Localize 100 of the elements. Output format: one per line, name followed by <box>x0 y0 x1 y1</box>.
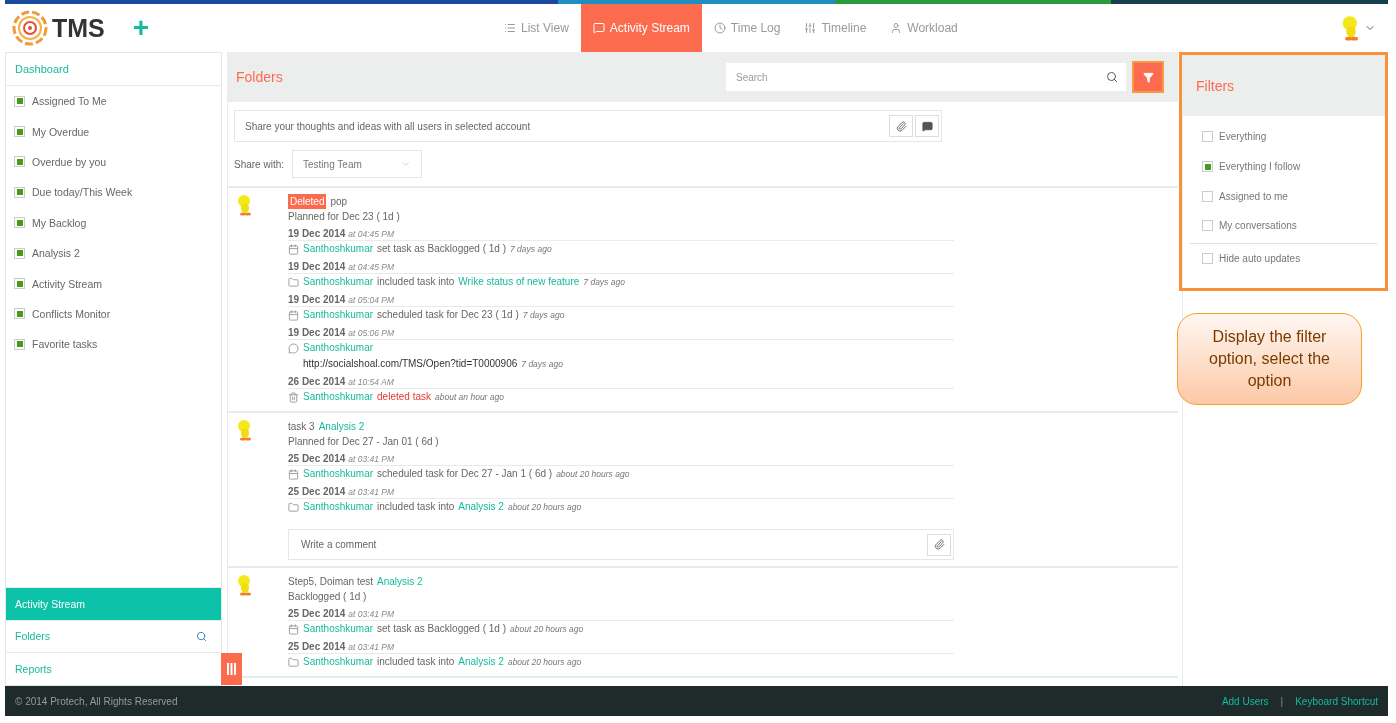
checkbox[interactable] <box>14 186 25 198</box>
nav-tab[interactable]: List View <box>492 4 581 52</box>
nav-tab[interactable]: Activity Stream <box>580 4 702 52</box>
event-date: 25 Dec 2014 <box>288 608 346 619</box>
link[interactable]: Analysis 2 <box>458 499 504 515</box>
nav-tab[interactable]: Workload <box>878 4 970 52</box>
paperclip-icon <box>933 539 945 550</box>
folder-icon <box>288 656 299 668</box>
sidebar-item[interactable]: Assigned To Me <box>32 95 107 108</box>
filter-option[interactable]: My conversations <box>1219 220 1297 232</box>
link[interactable]: Analysis 2 <box>377 574 423 589</box>
team-dropdown[interactable]: Testing Team <box>292 150 423 178</box>
event-time: at 04:45 PM <box>348 229 395 239</box>
filter-option[interactable]: Everything <box>1219 131 1267 143</box>
logo-text: TMS <box>52 13 105 43</box>
time-ago: 7 days ago <box>510 243 552 256</box>
footer-link[interactable]: Keyboard Shortcut <box>1295 695 1378 707</box>
post-button[interactable] <box>915 115 939 137</box>
sidebar-nav-item[interactable]: Activity Stream <box>6 586 221 620</box>
filter-option[interactable]: Hide auto updates <box>1219 252 1301 264</box>
search-icon[interactable] <box>196 630 207 642</box>
share-box[interactable]: Share your thoughts and ideas with all users in selected account <box>234 110 942 142</box>
checkbox[interactable] <box>14 126 25 138</box>
action-text: pop <box>330 195 348 209</box>
nav-tab[interactable]: Time Log <box>701 4 793 52</box>
checkbox[interactable] <box>14 278 25 290</box>
checkbox[interactable] <box>14 217 25 229</box>
event-time: at 05:04 PM <box>348 295 395 305</box>
folder-icon <box>288 501 299 513</box>
sidebar-item[interactable]: My Backlog <box>32 216 87 229</box>
copyright-text: © 2014 Protech, All Rights Reserved <box>15 695 178 707</box>
calendar-icon <box>288 468 299 480</box>
checkbox[interactable] <box>14 156 25 168</box>
sidebar-item[interactable]: Conflicts Monitor <box>32 307 111 320</box>
nav-tab[interactable]: Timeline <box>792 4 879 52</box>
event-date: 26 Dec 2014 <box>288 376 346 387</box>
link[interactable]: Analysis 2 <box>318 419 365 434</box>
sidebar-item[interactable]: Overdue by you <box>32 155 107 168</box>
search-box[interactable]: Search <box>726 63 1126 91</box>
checkbox[interactable] <box>14 247 25 259</box>
user-link[interactable]: Santhoshkumar <box>303 241 374 257</box>
user-link[interactable]: Santhoshkumar <box>303 307 374 323</box>
time-ago: about 20 hours ago <box>510 623 584 636</box>
checkbox[interactable] <box>1202 131 1213 143</box>
action-text: included task into <box>377 275 455 289</box>
link[interactable]: Analysis 2 <box>458 654 504 670</box>
plan-text: Backlogged ( 1d ) <box>288 590 367 604</box>
checkbox[interactable] <box>1202 220 1213 232</box>
calendar-icon <box>288 309 299 321</box>
user-link[interactable]: Santhoshkumar <box>303 621 374 637</box>
checkbox[interactable] <box>14 308 25 320</box>
sidebar-item[interactable]: Favorite tasks <box>32 338 98 351</box>
sidebar-item[interactable]: Analysis 2 <box>32 247 80 260</box>
event-time: at 03:41 PM <box>348 609 395 619</box>
comment-box[interactable]: Write a comment <box>288 529 954 560</box>
link[interactable]: Wrike status of new feature <box>458 274 580 290</box>
paperclip-icon <box>895 120 907 132</box>
user-link[interactable]: Santhoshkumar <box>303 274 374 290</box>
filter-option[interactable]: Assigned to me <box>1219 190 1288 202</box>
user-link[interactable]: Santhoshkumar <box>303 654 374 670</box>
event-time: at 05:06 PM <box>348 328 395 338</box>
dashboard-link[interactable]: Dashboard <box>6 53 221 86</box>
user-link[interactable]: Santhoshkumar <box>303 466 374 482</box>
section-title: Folders <box>236 69 284 85</box>
folder-icon <box>288 276 299 288</box>
calendar-icon <box>288 623 299 635</box>
checkbox[interactable] <box>14 95 25 107</box>
trash-icon <box>288 391 299 403</box>
action-text: task 3 <box>288 420 315 434</box>
user-link[interactable]: Santhoshkumar <box>303 389 374 405</box>
plan-text: Planned for Dec 23 ( 1d ) <box>288 210 400 224</box>
attach-button[interactable] <box>927 533 951 556</box>
separator: | <box>1280 695 1284 707</box>
sidebar-item[interactable]: Activity Stream <box>32 277 102 290</box>
action-text: included task into <box>377 655 455 669</box>
sidebar-item[interactable]: My Overdue <box>32 125 90 138</box>
filters-title: Filters <box>1182 55 1385 116</box>
filter-option[interactable]: Everything I follow <box>1219 161 1301 173</box>
calendar-icon <box>288 243 299 255</box>
footer-link[interactable]: Add Users <box>1221 695 1269 707</box>
checkbox[interactable] <box>1202 190 1213 202</box>
filter-button[interactable] <box>1132 61 1164 93</box>
chat-icon <box>921 120 933 132</box>
checkbox[interactable] <box>14 338 25 350</box>
user-link[interactable]: Santhoshkumar <box>303 499 374 515</box>
action-text: scheduled task for Dec 23 ( 1d ) <box>377 308 519 322</box>
add-button[interactable]: + <box>132 14 150 42</box>
user-link[interactable]: Santhoshkumar <box>303 340 374 356</box>
sidebar-item[interactable]: Due today/This Week <box>32 186 133 199</box>
search-icon[interactable] <box>1106 71 1118 83</box>
action-text: included task into <box>377 500 455 514</box>
panel-toggle-button[interactable] <box>221 653 242 685</box>
caret-icon <box>401 159 412 169</box>
plan-text: Planned for Dec 27 - Jan 01 ( 6d ) <box>288 435 439 449</box>
action-text: set task as Backlogged ( 1d ) <box>377 622 506 636</box>
checkbox[interactable] <box>1202 161 1213 173</box>
checkbox[interactable] <box>1202 252 1213 264</box>
time-ago: 7 days ago <box>522 309 565 322</box>
time-ago: about an hour ago <box>435 391 504 404</box>
callout: Display the filter option, select the option <box>1177 313 1362 405</box>
